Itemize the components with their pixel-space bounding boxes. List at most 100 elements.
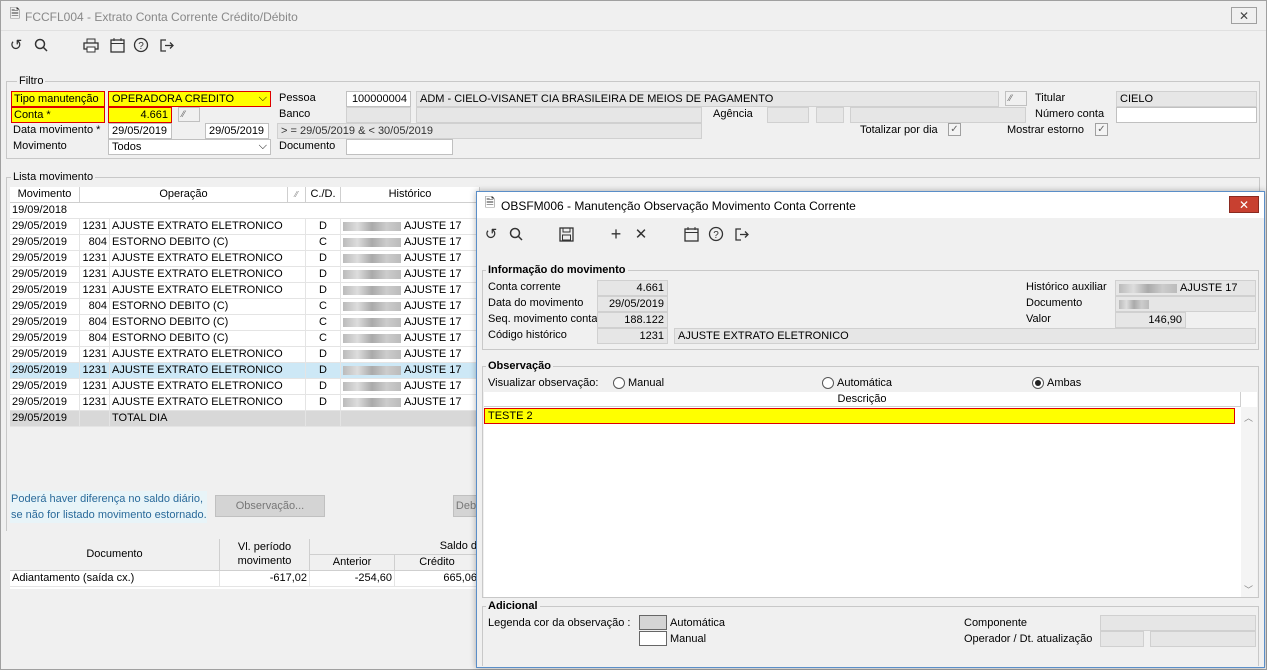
observacao-group-label: Observação — [486, 360, 553, 372]
calendar-icon[interactable] — [107, 35, 127, 55]
estorno-checkbox[interactable]: ✓ — [1095, 123, 1108, 136]
table-cell: 1231 — [80, 379, 110, 395]
table-cell: AJUSTE 17 — [341, 395, 480, 411]
table-row[interactable]: 29/05/2019 804 ESTORNO DEBITO (C) C AJUSTE 1… — [10, 299, 480, 315]
table-cell: AJUSTE 17 — [341, 299, 480, 315]
table-cell: 1231 — [80, 347, 110, 363]
data-expression: > = 29/05/2019 & < 30/05/2019 — [277, 123, 702, 139]
documento-input[interactable] — [346, 139, 453, 155]
search-icon[interactable] — [506, 224, 526, 244]
calendar-icon[interactable] — [681, 224, 701, 244]
redacted-text — [343, 285, 401, 295]
data-from-input[interactable]: 29/05/2019 — [108, 123, 172, 139]
refresh-icon[interactable]: ↺ — [6, 35, 26, 55]
svg-text:?: ? — [713, 230, 719, 241]
table-row[interactable]: 29/05/2019 1231 AJUSTE EXTRATO ELETRONICO D… — [10, 219, 480, 235]
table-cell: D — [306, 267, 341, 283]
data-to-input[interactable]: 29/05/2019 — [205, 123, 269, 139]
movimento-grid: Movimento Operação ⁄⁄ C./D. Histórico 19… — [10, 187, 480, 427]
table-row[interactable]: 19/09/2018 — [10, 203, 480, 219]
movimento-select[interactable]: Todos ⌵ — [108, 139, 271, 155]
conta-lookup-button[interactable]: ⁄⁄ — [178, 107, 200, 122]
conta-input[interactable]: 4.661 — [108, 107, 172, 123]
observacao-grid: Descrição TESTE 2 ︿ ﹀ — [484, 392, 1257, 597]
saldo-row[interactable]: Adiantamento (saída cx.) -617,02 -254,60… — [10, 571, 480, 587]
numero-conta-input[interactable] — [1116, 107, 1257, 123]
tipo-manutencao-select[interactable]: OPERADORA CREDITO ⌵ — [108, 91, 271, 107]
seq-movimento-value: 188.122 — [597, 312, 668, 328]
redacted-text — [343, 269, 401, 279]
legenda-manual-swatch — [639, 631, 667, 646]
save-icon[interactable] — [556, 224, 576, 244]
radio-manual[interactable] — [613, 377, 625, 389]
table-cell: AJUSTE EXTRATO ELETRONICO — [110, 283, 306, 299]
historico-text: AJUSTE 17 — [404, 348, 462, 360]
codigo-historico-desc: AJUSTE EXTRATO ELETRONICO — [674, 328, 1256, 344]
totalizar-label: Totalizar por dia — [860, 124, 938, 136]
radio-ambas-label[interactable]: Ambas — [1047, 377, 1081, 389]
table-row[interactable]: 29/05/2019 1231 AJUSTE EXTRATO ELETRONICO D… — [10, 251, 480, 267]
redacted-text — [343, 317, 401, 327]
table-row[interactable]: 29/05/2019 1231 AJUSTE EXTRATO ELETRONICO D… — [10, 395, 480, 411]
refresh-icon[interactable]: ↺ — [481, 224, 501, 244]
table-row[interactable]: 29/05/2019 1231 AJUSTE EXTRATO ELETRONICO D… — [10, 379, 480, 395]
seq-movimento-label: Seq. movimento conta — [488, 313, 598, 325]
radio-automatica-label[interactable]: Automática — [837, 377, 892, 389]
saldo-vl-header: Vl. período movimento — [220, 539, 310, 571]
col-cd-header[interactable]: C./D. — [306, 187, 341, 203]
table-cell: AJUSTE 17 — [341, 315, 480, 331]
table-cell: C — [306, 235, 341, 251]
table-cell: AJUSTE 17 — [341, 379, 480, 395]
radio-manual-label[interactable]: Manual — [628, 377, 664, 389]
table-row[interactable]: 29/05/2019 804 ESTORNO DEBITO (C) C AJUSTE 1… — [10, 331, 480, 347]
scrollbar[interactable]: ︿ ﹀ — [1241, 407, 1257, 597]
scroll-down-icon[interactable]: ﹀ — [1244, 583, 1253, 596]
pessoa-lookup-button[interactable]: ⁄⁄ — [1005, 91, 1027, 106]
scroll-up-icon[interactable]: ︿ — [1244, 411, 1253, 424]
col-historico-header[interactable]: Histórico — [341, 187, 480, 203]
descricao-header[interactable]: Descrição — [484, 392, 1241, 407]
exit-icon[interactable] — [157, 35, 177, 55]
table-cell: 29/05/2019 — [10, 347, 80, 363]
table-row[interactable]: 29/05/2019 1231 AJUSTE EXTRATO ELETRONICO D… — [10, 347, 480, 363]
table-cell: 1231 — [80, 395, 110, 411]
table-row[interactable]: 29/05/2019 804 ESTORNO DEBITO (C) C AJUSTE 1… — [10, 235, 480, 251]
dialog-close-button[interactable]: ✕ — [1229, 196, 1259, 213]
table-row[interactable]: 29/05/2019 1231 AJUSTE EXTRATO ELETRONICO D… — [10, 283, 480, 299]
observacao-row[interactable]: TESTE 2 — [484, 408, 1235, 424]
search-icon[interactable] — [31, 35, 51, 55]
print-icon[interactable] — [81, 35, 101, 55]
help-icon[interactable]: ? — [706, 224, 726, 244]
observacao-button[interactable]: Observação... — [215, 495, 325, 517]
table-row[interactable]: 29/05/2019 1231 AJUSTE EXTRATO ELETRONICO D… — [10, 267, 480, 283]
chevron-down-icon: ⌵ — [258, 92, 267, 104]
data-movimento-label: Data do movimento — [488, 297, 584, 309]
historico-text: AJUSTE 17 — [404, 220, 462, 232]
redacted-text — [343, 301, 401, 311]
exit-icon[interactable] — [732, 224, 752, 244]
titular-value: CIELO — [1116, 91, 1257, 107]
table-cell: D — [306, 283, 341, 299]
table-cell: ESTORNO DEBITO (C) — [110, 315, 306, 331]
table-cell: AJUSTE EXTRATO ELETRONICO — [110, 363, 306, 379]
table-row[interactable]: 29/05/2019 1231 AJUSTE EXTRATO ELETRONICO D… — [10, 363, 480, 379]
col-filter-icon[interactable]: ⁄⁄ — [288, 187, 306, 203]
radio-automatica[interactable] — [822, 377, 834, 389]
delete-icon[interactable]: ✕ — [631, 224, 651, 244]
table-cell: 29/05/2019 — [10, 299, 80, 315]
operador-value — [1100, 631, 1144, 647]
close-button[interactable]: ✕ — [1231, 7, 1257, 24]
pessoa-label: Pessoa — [279, 92, 316, 104]
table-cell: 804 — [80, 235, 110, 251]
table-row[interactable]: 29/05/2019 804 ESTORNO DEBITO (C) C AJUSTE 1… — [10, 315, 480, 331]
col-movimento-header[interactable]: Movimento — [10, 187, 80, 203]
pessoa-code-input[interactable]: 100000004 — [346, 91, 411, 107]
total-row[interactable]: 29/05/2019 TOTAL DIA — [10, 411, 480, 427]
radio-ambas[interactable] — [1032, 377, 1044, 389]
saldo-anterior-header: Anterior — [310, 555, 395, 571]
help-icon[interactable]: ? — [131, 35, 151, 55]
legenda-auto-swatch — [639, 615, 667, 630]
totalizar-checkbox[interactable]: ✓ — [948, 123, 961, 136]
add-icon[interactable]: + — [606, 224, 626, 244]
col-operacao-header[interactable]: Operação — [80, 187, 288, 203]
